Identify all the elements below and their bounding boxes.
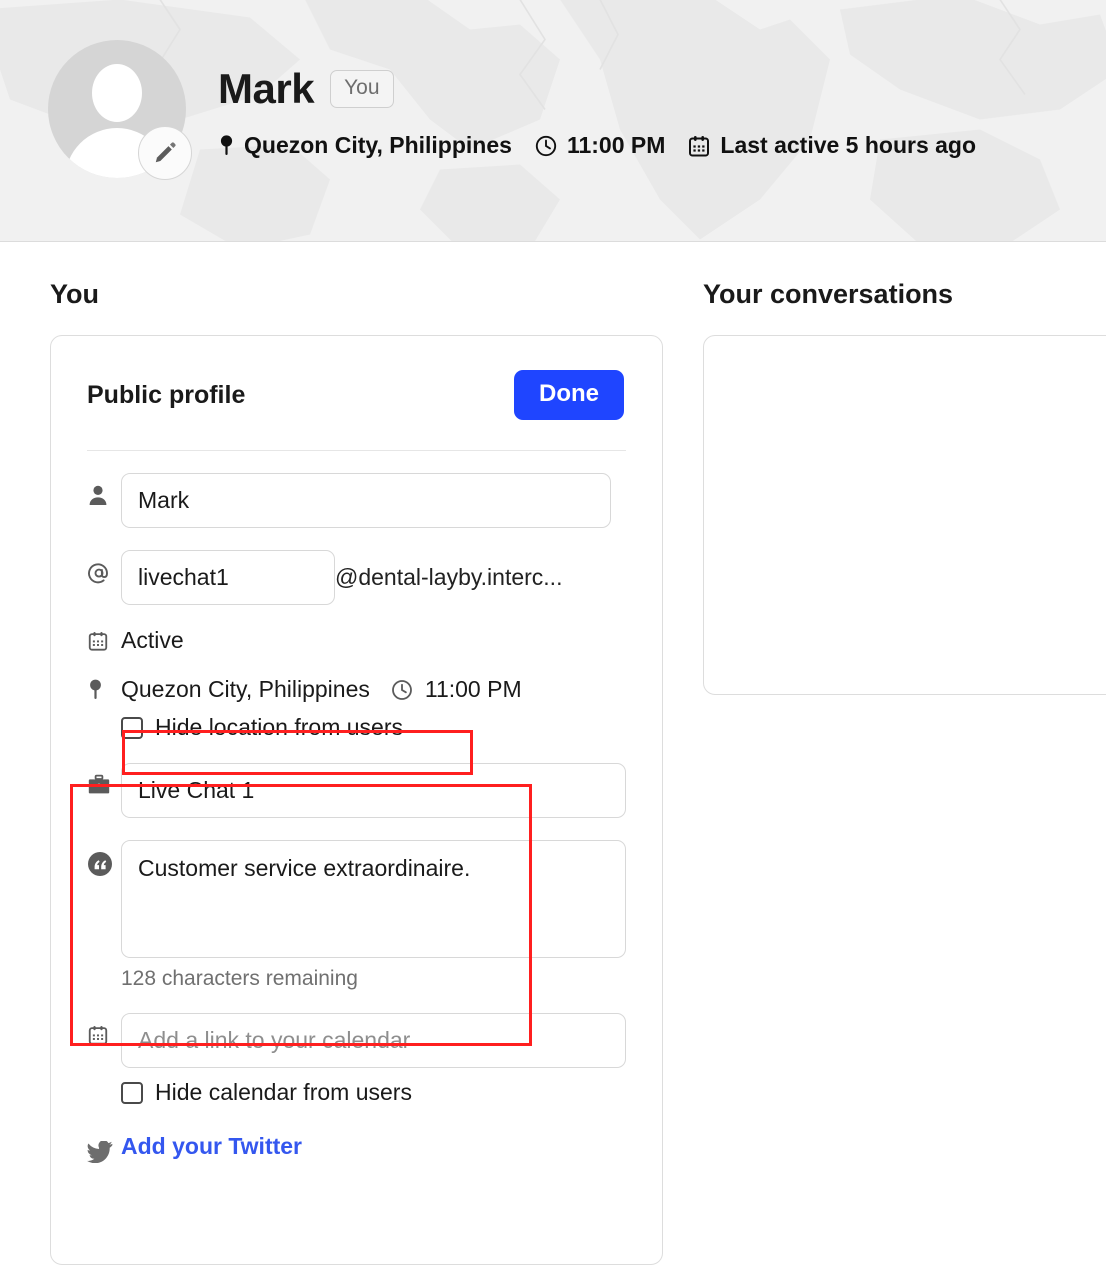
calendar-link-field-row: [87, 1013, 626, 1069]
username-field-row: @dental-layby.interc...: [87, 550, 626, 606]
bio-textarea[interactable]: [121, 840, 626, 959]
location-time-text: 11:00 PM: [424, 676, 522, 703]
profile-header: Mark You Quezon City, Philippines 11:00 …: [0, 0, 1106, 242]
calendar-icon: [87, 1013, 121, 1046]
hide-calendar-row[interactable]: Hide calendar from users: [121, 1079, 626, 1106]
hide-location-label: Hide location from users: [155, 714, 403, 741]
left-column: You Public profile Done Mark livechat1 @…: [0, 242, 663, 1266]
location-time: 11:00 PM: [390, 676, 522, 703]
status-row: Active: [87, 627, 626, 654]
you-badge: You: [330, 70, 394, 108]
header-time-text: 11:00 PM: [566, 132, 666, 158]
quote-icon: [87, 840, 121, 877]
calendar-icon: [87, 630, 121, 652]
public-profile-title: Public profile: [87, 380, 246, 409]
at-sign-icon: [87, 550, 121, 585]
header-time: 11:00 PM: [534, 132, 665, 159]
job-title-field-row: [87, 763, 626, 819]
hide-location-row[interactable]: Hide location from users: [121, 714, 626, 741]
username-domain-suffix: @dental-layby.interc...: [335, 564, 563, 591]
header-last-active-text: Last active 5 hours ago: [720, 132, 977, 158]
location-row: Quezon City, Philippines 11:00 PM: [87, 676, 626, 703]
bio-characters-remaining: 128 characters remaining: [121, 967, 358, 991]
job-title-input[interactable]: [121, 763, 626, 819]
public-profile-form: @dental-layby.interc...: [51, 473, 662, 1164]
person-icon: [87, 473, 121, 508]
header-meta-row: Quezon City, Philippines 11:00 PM Last a…: [218, 132, 976, 159]
header-inner: Mark You Quezon City, Philippines 11:00 …: [0, 0, 1106, 180]
public-profile-card-header: Public profile Done: [51, 336, 662, 421]
right-column: Your conversations: [663, 242, 1106, 1265]
header-location: Quezon City, Philippines: [218, 132, 512, 159]
calendar-link-input[interactable]: [121, 1013, 626, 1069]
header-text-block: Mark You Quezon City, Philippines 11:00 …: [218, 40, 976, 159]
card-divider: [87, 450, 626, 452]
hide-location-checkbox[interactable]: [121, 716, 143, 739]
pencil-edit-icon[interactable]: [138, 126, 192, 180]
avatar-wrapper: [48, 40, 192, 180]
public-profile-card: Public profile Done Mark livechat1 @dent…: [50, 335, 663, 1266]
avatar-head-shape: [92, 64, 142, 122]
map-pin-icon: [218, 134, 235, 158]
name-field-row: [87, 473, 626, 529]
hide-calendar-checkbox[interactable]: [121, 1081, 143, 1104]
hide-calendar-label: Hide calendar from users: [155, 1079, 412, 1106]
briefcase-icon: [87, 763, 121, 796]
name-row: Mark You: [218, 68, 976, 110]
twitter-row: Add your Twitter: [87, 1130, 626, 1164]
status-value: Active: [121, 627, 184, 654]
map-pin-icon: [87, 678, 121, 702]
calendar-icon: [687, 134, 711, 158]
profile-name: Mark: [218, 65, 315, 112]
you-section-title: You: [50, 279, 99, 309]
header-last-active: Last active 5 hours ago: [687, 132, 976, 159]
bio-field-row: [87, 840, 626, 959]
clock-icon: [534, 134, 558, 158]
conversations-section-title: Your conversations: [703, 279, 954, 309]
twitter-bird-icon: [87, 1130, 121, 1164]
clock-icon: [390, 678, 414, 702]
location-value: Quezon City, Philippines: [121, 676, 370, 703]
header-location-text: Quezon City, Philippines: [244, 132, 512, 158]
add-twitter-link[interactable]: Add your Twitter: [121, 1133, 302, 1160]
conversations-panel[interactable]: [703, 335, 1106, 696]
done-button[interactable]: Done: [514, 370, 624, 421]
name-input[interactable]: [121, 473, 611, 529]
username-input[interactable]: [121, 550, 335, 606]
main-content: You Public profile Done Mark livechat1 @…: [0, 242, 1106, 1266]
